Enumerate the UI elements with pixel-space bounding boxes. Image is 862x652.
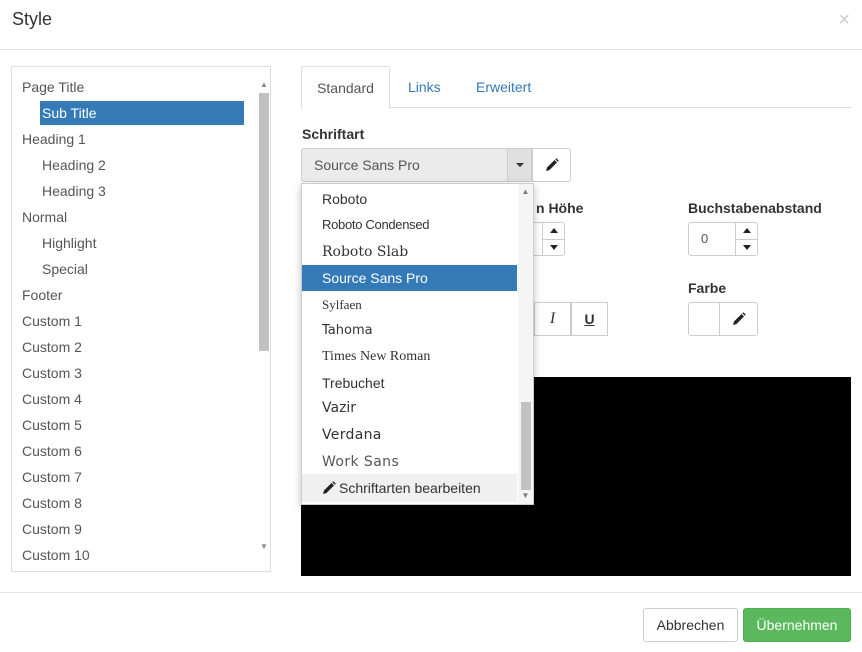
tab-bar: Standard Links Erweitert bbox=[301, 66, 851, 109]
line-height-label: n Höhe bbox=[536, 200, 584, 216]
arrow-down-icon bbox=[550, 245, 558, 250]
scroll-up-icon[interactable]: ▲ bbox=[518, 186, 533, 198]
style-item-custom-2[interactable]: Custom 2 bbox=[22, 335, 82, 359]
letter-spacing-spinner[interactable]: 0 bbox=[688, 222, 758, 256]
font-dropdown-scrollbar[interactable]: ▲ ▼ bbox=[518, 184, 533, 504]
style-list[interactable]: Page Title Sub Title Heading 1 Heading 2… bbox=[11, 66, 271, 572]
dialog-title: Style bbox=[12, 9, 53, 29]
style-item-heading-3[interactable]: Heading 3 bbox=[42, 179, 106, 203]
pencil-icon bbox=[546, 158, 559, 171]
font-select-value: Source Sans Pro bbox=[314, 157, 420, 173]
cancel-button[interactable]: Abbrechen bbox=[643, 608, 738, 642]
dialog-header: Style × bbox=[0, 0, 862, 50]
edit-font-button[interactable] bbox=[532, 148, 571, 182]
scroll-down-icon[interactable]: ▼ bbox=[257, 541, 270, 553]
letter-spacing-spinner-buttons bbox=[735, 223, 757, 255]
apply-button[interactable]: Übernehmen bbox=[743, 608, 851, 642]
style-item-custom-4[interactable]: Custom 4 bbox=[22, 387, 82, 411]
arrow-up-icon bbox=[743, 228, 751, 233]
letter-spacing-value[interactable]: 0 bbox=[701, 231, 708, 246]
style-item-custom-8[interactable]: Custom 8 bbox=[22, 491, 82, 515]
tab-erweitert[interactable]: Erweitert bbox=[476, 66, 531, 108]
pencil-icon bbox=[733, 312, 746, 325]
color-swatch[interactable] bbox=[688, 302, 720, 336]
letter-spacing-label: Buchstabenabstand bbox=[688, 200, 822, 216]
color-label: Farbe bbox=[688, 280, 727, 296]
close-icon[interactable]: × bbox=[838, 10, 850, 30]
style-item-custom-5[interactable]: Custom 5 bbox=[22, 413, 82, 437]
style-item-custom-3[interactable]: Custom 3 bbox=[22, 361, 82, 385]
font-option-work-sans[interactable]: Work Sans bbox=[302, 449, 517, 475]
scroll-down-icon[interactable]: ▼ bbox=[518, 490, 533, 502]
style-item-custom-9[interactable]: Custom 9 bbox=[22, 517, 82, 541]
style-item-special[interactable]: Special bbox=[42, 257, 88, 281]
style-item-custom-10[interactable]: Custom 10 bbox=[22, 543, 90, 567]
arrow-down-icon bbox=[743, 245, 751, 250]
style-item-custom-6[interactable]: Custom 6 bbox=[22, 439, 82, 463]
font-option-times-new-roman[interactable]: Times New Roman bbox=[302, 344, 517, 370]
arrow-up-icon bbox=[550, 228, 558, 233]
scroll-up-icon[interactable]: ▲ bbox=[257, 79, 270, 91]
tab-standard[interactable]: Standard bbox=[301, 66, 390, 109]
tab-links[interactable]: Links bbox=[408, 66, 441, 108]
style-item-sub-title[interactable]: Sub Title bbox=[40, 101, 244, 125]
edit-fonts-item[interactable]: Schriftarten bearbeiten bbox=[302, 474, 517, 502]
font-option-roboto-slab[interactable]: Roboto Slab bbox=[302, 239, 517, 265]
font-option-sylfaen[interactable]: Sylfaen bbox=[302, 292, 517, 318]
font-option-tahoma[interactable]: Tahoma bbox=[302, 318, 517, 344]
font-dropdown[interactable]: Roboto Roboto Condensed Roboto Slab Sour… bbox=[301, 183, 534, 505]
style-list-scrollbar[interactable]: ▲ ▼ bbox=[257, 79, 270, 559]
font-select[interactable]: Source Sans Pro bbox=[301, 148, 532, 182]
font-option-trebuchet[interactable]: Trebuchet bbox=[302, 370, 517, 396]
style-item-footer[interactable]: Footer bbox=[22, 283, 62, 307]
font-label: Schriftart bbox=[302, 126, 365, 142]
color-picker-button[interactable] bbox=[719, 302, 758, 336]
italic-button[interactable]: I bbox=[534, 302, 571, 336]
letter-spacing-up[interactable] bbox=[736, 223, 757, 239]
font-option-verdana[interactable]: Verdana bbox=[302, 422, 517, 448]
font-option-source-sans-pro[interactable]: Source Sans Pro bbox=[302, 265, 517, 291]
letter-spacing-down[interactable] bbox=[736, 239, 757, 255]
style-item-highlight[interactable]: Highlight bbox=[42, 231, 96, 255]
font-select-toggle[interactable] bbox=[507, 149, 531, 181]
scrollbar-thumb[interactable] bbox=[259, 93, 269, 351]
style-item-heading-2[interactable]: Heading 2 bbox=[42, 153, 106, 177]
style-item-normal[interactable]: Normal bbox=[22, 205, 67, 229]
font-option-roboto[interactable]: Roboto bbox=[302, 186, 517, 212]
underline-button[interactable]: U bbox=[571, 302, 608, 336]
line-height-down[interactable] bbox=[543, 239, 564, 255]
font-option-roboto-condensed[interactable]: Roboto Condensed bbox=[302, 212, 517, 238]
chevron-down-icon bbox=[516, 163, 524, 167]
scrollbar-thumb[interactable] bbox=[521, 402, 531, 490]
font-option-vazir[interactable]: Vazir bbox=[302, 395, 517, 421]
style-item-custom-1[interactable]: Custom 1 bbox=[22, 309, 82, 333]
style-item-heading-1[interactable]: Heading 1 bbox=[22, 127, 86, 151]
style-item-page-title[interactable]: Page Title bbox=[22, 75, 84, 99]
style-item-custom-7[interactable]: Custom 7 bbox=[22, 465, 82, 489]
pencil-icon bbox=[323, 481, 336, 494]
edit-fonts-label: Schriftarten bearbeiten bbox=[339, 480, 481, 496]
line-height-up[interactable] bbox=[543, 223, 564, 239]
line-height-spinner-buttons bbox=[542, 223, 564, 255]
